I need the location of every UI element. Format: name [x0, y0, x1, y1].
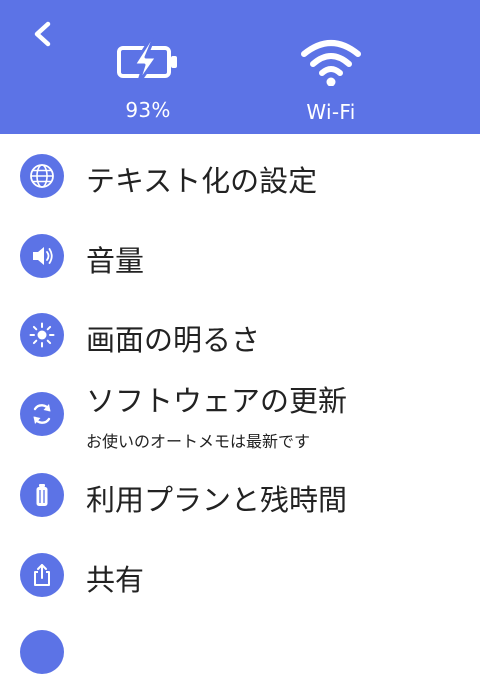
battery-plan-icon — [20, 473, 64, 517]
battery-charging-icon — [117, 38, 177, 84]
menu-item-usage-plan[interactable]: 利用プランと残時間 — [0, 461, 480, 531]
back-button[interactable] — [28, 18, 60, 54]
menu-item-software-update[interactable]: ソフトウェアの更新 お使いのオートメモは最新です — [0, 378, 480, 458]
share-icon — [20, 553, 64, 597]
menu-item-volume[interactable]: 音量 — [0, 222, 480, 292]
update-status-text: お使いのオートメモは最新です — [86, 432, 311, 451]
refresh-icon — [20, 392, 64, 436]
speaker-icon — [20, 234, 64, 278]
battery-percentage: 93% — [125, 98, 171, 122]
menu-item-label: 画面の明るさ — [86, 323, 261, 357]
menu-item-label: テキスト化の設定 — [86, 164, 318, 198]
menu-item-share[interactable]: 共有 — [0, 541, 480, 611]
menu-item-label: ソフトウェアの更新 — [86, 384, 348, 418]
battery-status: 93% — [98, 38, 198, 122]
menu-item-label: 共有 — [86, 563, 145, 597]
globe-icon — [20, 154, 64, 198]
menu-item-screen-brightness[interactable]: 画面の明るさ — [0, 301, 480, 371]
header-bar: 93% Wi-Fi — [0, 0, 480, 134]
brightness-icon — [20, 313, 64, 357]
menu-item-partial[interactable] — [0, 624, 480, 694]
menu-item-label: 音量 — [86, 244, 145, 278]
wifi-status: Wi-Fi — [281, 38, 381, 124]
wifi-icon — [301, 40, 361, 86]
menu-item-transcription-settings[interactable]: テキスト化の設定 — [0, 142, 480, 212]
chevron-left-icon — [34, 21, 51, 47]
menu-item-icon — [20, 630, 64, 674]
menu-item-label: 利用プランと残時間 — [86, 483, 348, 517]
wifi-label: Wi-Fi — [306, 100, 356, 124]
